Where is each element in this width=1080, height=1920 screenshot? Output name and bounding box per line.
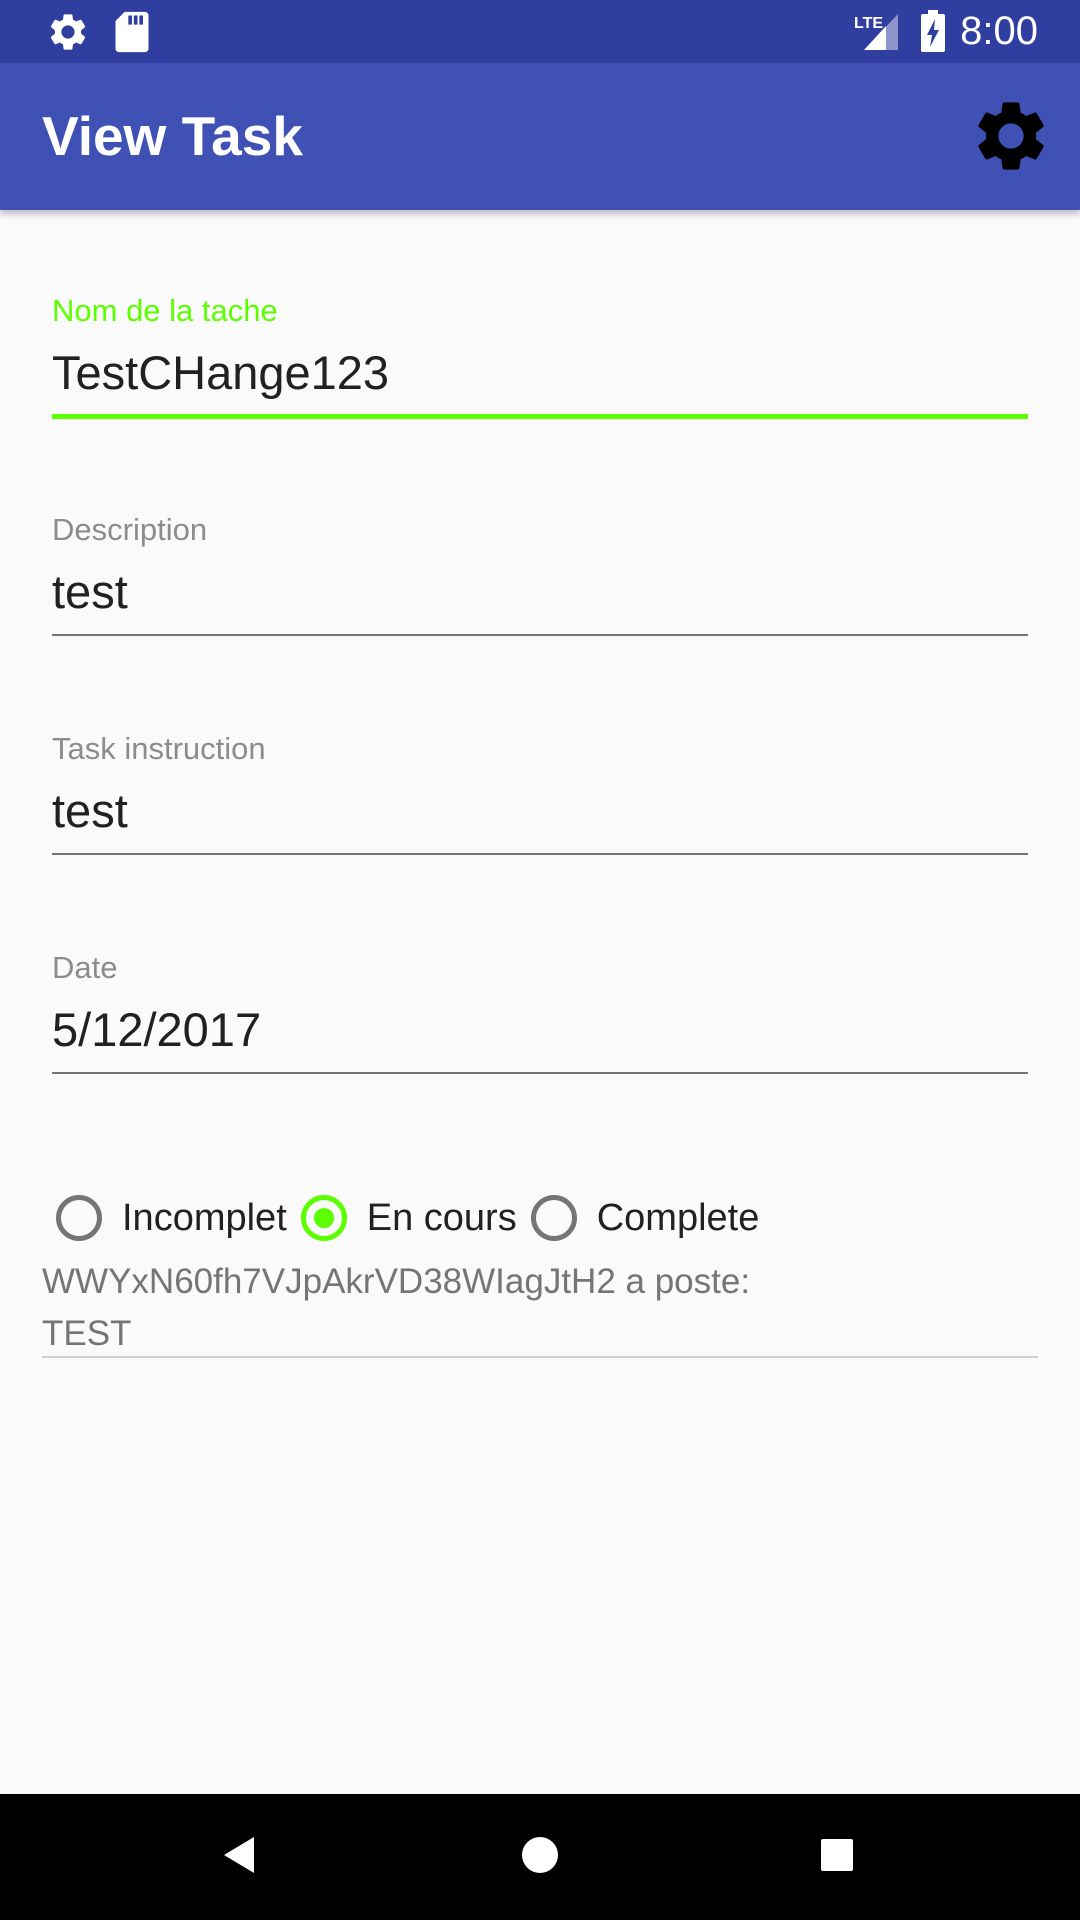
back-icon bbox=[220, 1833, 260, 1882]
radio-complete-circle[interactable] bbox=[530, 1195, 577, 1241]
radio-incomplet[interactable]: Incomplet bbox=[56, 1195, 287, 1241]
network-type-label: LTE bbox=[854, 15, 883, 32]
date-input[interactable]: 5/12/2017 bbox=[52, 1002, 261, 1057]
page-title: View Task bbox=[42, 105, 303, 167]
instruction-input[interactable]: test bbox=[52, 783, 128, 838]
comment-divider bbox=[42, 1356, 1038, 1358]
comment-text: WWYxN60fh7VJpAkrVD38WIagJtH2 a poste: TE… bbox=[42, 1256, 1038, 1360]
home-button[interactable] bbox=[480, 1794, 600, 1920]
settings-icon bbox=[46, 0, 90, 63]
status-time: 8:00 bbox=[960, 9, 1038, 53]
radio-en-cours-circle[interactable] bbox=[300, 1195, 347, 1241]
radio-complete-label[interactable]: Complete bbox=[597, 1197, 760, 1240]
radio-incomplet-label[interactable]: Incomplet bbox=[122, 1197, 287, 1240]
status-radio-group: Incomplet En cours Complete bbox=[56, 1185, 773, 1251]
settings-button[interactable] bbox=[966, 93, 1056, 183]
comment-body: TEST bbox=[42, 1314, 132, 1353]
radio-complete[interactable]: Complete bbox=[530, 1195, 760, 1241]
description-input[interactable]: test bbox=[52, 564, 128, 619]
settings-gear-icon bbox=[969, 94, 1053, 183]
instruction-field[interactable]: Task instruction test bbox=[52, 731, 1028, 861]
navigation-bar bbox=[0, 1794, 1080, 1920]
task-name-underline bbox=[52, 414, 1028, 419]
instruction-label: Task instruction bbox=[52, 731, 266, 766]
task-name-field[interactable]: Nom de la tache TestCHange123 bbox=[52, 293, 1028, 423]
description-field[interactable]: Description test bbox=[52, 512, 1028, 642]
recents-icon bbox=[820, 1838, 854, 1877]
radio-incomplet-circle[interactable] bbox=[56, 1195, 102, 1241]
instruction-underline bbox=[52, 853, 1028, 855]
home-icon bbox=[520, 1835, 560, 1880]
date-label: Date bbox=[52, 950, 118, 985]
sd-card-icon bbox=[112, 0, 152, 63]
description-underline bbox=[52, 634, 1028, 636]
radio-en-cours-label[interactable]: En cours bbox=[367, 1197, 517, 1240]
date-field[interactable]: Date 5/12/2017 bbox=[52, 950, 1028, 1080]
back-button[interactable] bbox=[180, 1794, 300, 1920]
task-name-label: Nom de la tache bbox=[52, 293, 278, 328]
date-underline bbox=[52, 1072, 1028, 1074]
radio-en-cours[interactable]: En cours bbox=[300, 1195, 517, 1241]
app-bar: View Task bbox=[0, 63, 1080, 210]
description-label: Description bbox=[52, 512, 208, 547]
battery-charging-icon bbox=[920, 0, 946, 63]
recents-button[interactable] bbox=[777, 1794, 897, 1920]
signal-icon: LTE bbox=[852, 0, 900, 63]
task-name-input[interactable]: TestCHange123 bbox=[52, 345, 389, 400]
comment-author-line: WWYxN60fh7VJpAkrVD38WIagJtH2 a poste: bbox=[42, 1262, 751, 1301]
status-bar: LTE 8:00 bbox=[0, 0, 1080, 63]
